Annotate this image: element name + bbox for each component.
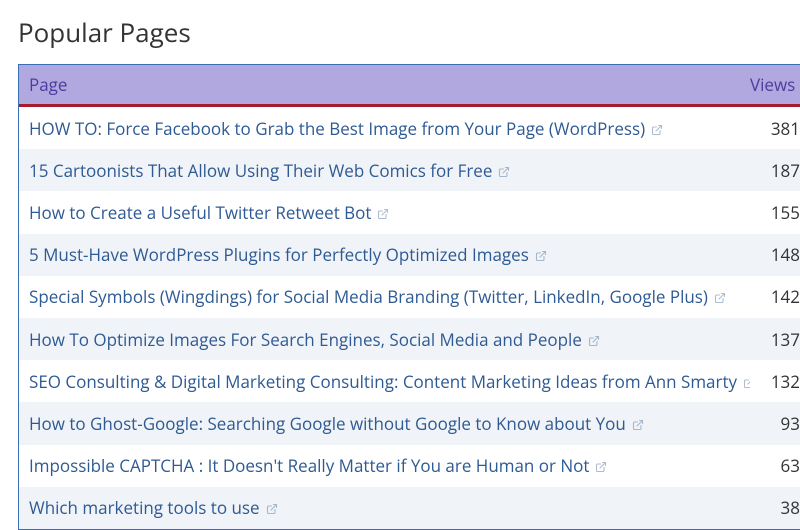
table-row: How to Create a Useful Twitter Retweet B…	[19, 191, 800, 233]
views-cell: 142	[750, 285, 800, 308]
page-link[interactable]: How To Optimize Images For Search Engine…	[19, 328, 750, 351]
page-link[interactable]: SEO Consulting & Digital Marketing Consu…	[19, 370, 750, 393]
page-link-text: How To Optimize Images For Search Engine…	[29, 328, 582, 351]
page-link[interactable]: Impossible CAPTCHA : It Doesn't Really M…	[19, 454, 750, 477]
views-cell: 381	[750, 117, 800, 140]
popular-pages-panel: Popular Pages Page Views HOW TO: Force F…	[0, 0, 800, 530]
page-link-text: HOW TO: Force Facebook to Grab the Best …	[29, 117, 645, 140]
column-header-views[interactable]: Views	[750, 73, 800, 96]
table-header: Page Views	[19, 65, 800, 107]
views-cell: 148	[750, 243, 800, 266]
views-cell: 38	[750, 496, 800, 519]
external-link-icon[interactable]	[498, 166, 510, 178]
page-link[interactable]: How to Ghost-Google: Searching Google wi…	[19, 412, 750, 435]
external-link-icon[interactable]	[377, 208, 389, 220]
page-link[interactable]: 15 Cartoonists That Allow Using Their We…	[19, 159, 750, 182]
external-link-icon[interactable]	[743, 377, 750, 389]
views-cell: 187	[750, 159, 800, 182]
external-link-icon[interactable]	[266, 503, 278, 515]
views-cell: 93	[750, 412, 800, 435]
page-link[interactable]: How to Create a Useful Twitter Retweet B…	[19, 201, 750, 224]
views-cell: 155	[750, 201, 800, 224]
table-body: HOW TO: Force Facebook to Grab the Best …	[19, 107, 800, 529]
table-row: HOW TO: Force Facebook to Grab the Best …	[19, 107, 800, 149]
external-link-icon[interactable]	[588, 335, 600, 347]
column-header-page[interactable]: Page	[19, 73, 750, 96]
external-link-icon[interactable]	[595, 461, 607, 473]
page-link[interactable]: HOW TO: Force Facebook to Grab the Best …	[19, 117, 750, 140]
page-link[interactable]: 5 Must-Have WordPress Plugins for Perfec…	[19, 243, 750, 266]
page-link[interactable]: Which marketing tools to use	[19, 496, 750, 519]
table-row: How To Optimize Images For Search Engine…	[19, 318, 800, 360]
table-row: 15 Cartoonists That Allow Using Their We…	[19, 149, 800, 191]
page-link[interactable]: Special Symbols (Wingdings) for Social M…	[19, 285, 750, 308]
table-row: Impossible CAPTCHA : It Doesn't Really M…	[19, 445, 800, 487]
table-row: Which marketing tools to use 38	[19, 487, 800, 529]
table-row: Special Symbols (Wingdings) for Social M…	[19, 276, 800, 318]
table-row: 5 Must-Have WordPress Plugins for Perfec…	[19, 234, 800, 276]
page-link-text: 15 Cartoonists That Allow Using Their We…	[29, 159, 492, 182]
views-cell: 137	[750, 328, 800, 351]
table-row: How to Ghost-Google: Searching Google wi…	[19, 402, 800, 444]
views-cell: 132	[750, 370, 800, 393]
external-link-icon[interactable]	[535, 250, 547, 262]
page-link-text: SEO Consulting & Digital Marketing Consu…	[29, 370, 737, 393]
page-link-text: How to Create a Useful Twitter Retweet B…	[29, 201, 371, 224]
page-link-text: How to Ghost-Google: Searching Google wi…	[29, 412, 626, 435]
table-row: SEO Consulting & Digital Marketing Consu…	[19, 360, 800, 402]
external-link-icon[interactable]	[651, 124, 663, 136]
external-link-icon[interactable]	[632, 419, 644, 431]
panel-title: Popular Pages	[18, 14, 800, 50]
external-link-icon[interactable]	[714, 292, 726, 304]
page-link-text: Special Symbols (Wingdings) for Social M…	[29, 285, 708, 308]
views-cell: 63	[750, 454, 800, 477]
page-link-text: Which marketing tools to use	[29, 496, 260, 519]
page-link-text: Impossible CAPTCHA : It Doesn't Really M…	[29, 454, 589, 477]
page-link-text: 5 Must-Have WordPress Plugins for Perfec…	[29, 243, 529, 266]
popular-pages-table: Page Views HOW TO: Force Facebook to Gra…	[18, 64, 800, 530]
